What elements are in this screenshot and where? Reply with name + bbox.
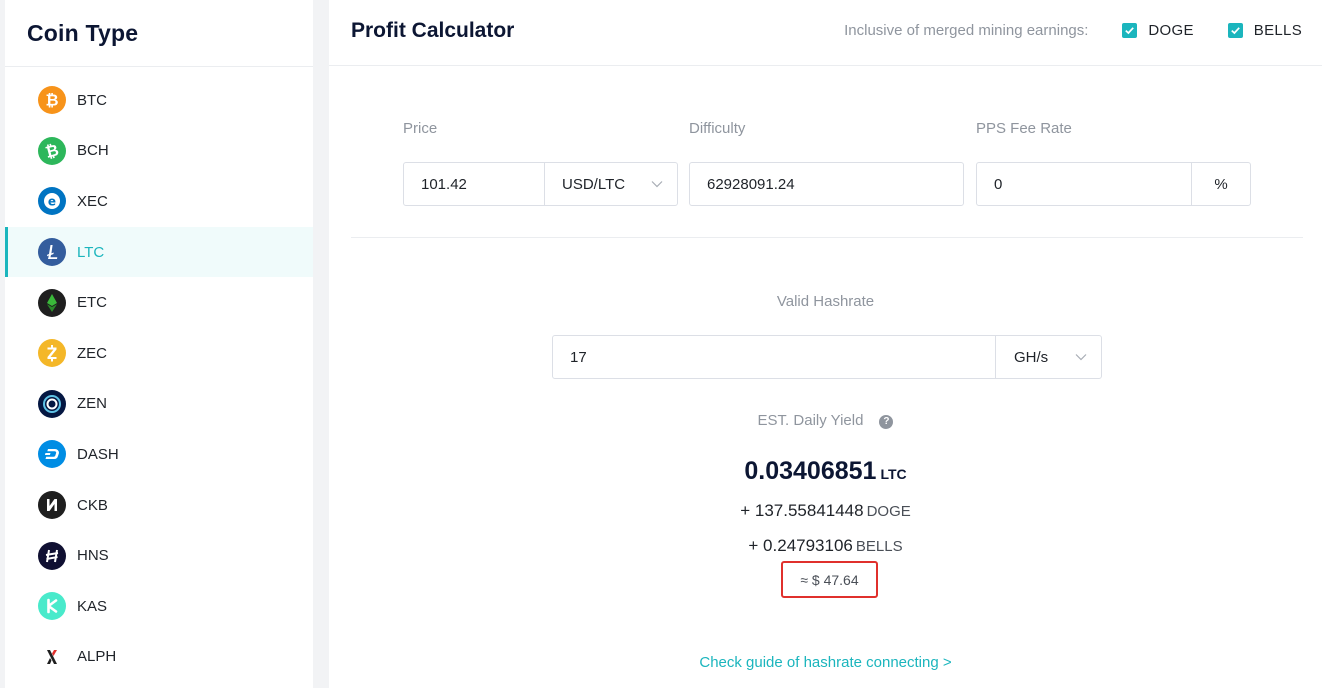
price-field: 101.42 USD/LTC [403, 162, 678, 206]
price-unit-select[interactable]: USD/LTC [544, 163, 677, 205]
sidebar-item-etc[interactable]: ETC [5, 277, 313, 328]
price-input[interactable]: 101.42 [404, 176, 544, 193]
alph-icon [38, 642, 66, 671]
sidebar-item-kas[interactable]: KAS [5, 581, 313, 632]
bells-yield-unit: BELLS [855, 538, 903, 555]
ltc-yield-unit: LTC [880, 466, 907, 482]
daily-yield-ltc: 0.03406851 LTC [329, 457, 1322, 486]
sidebar-item-label: LTC [77, 243, 105, 261]
sidebar-item-dash[interactable]: DASH [5, 429, 313, 480]
etc-icon [38, 288, 66, 317]
sidebar-item-label: CKB [77, 496, 108, 514]
bells-yield-value: + 0.24793106 [748, 536, 853, 555]
sidebar-item-alph[interactable]: ALPH [5, 632, 313, 683]
difficulty-field: 62928091.24 [689, 162, 964, 206]
doge-checkbox[interactable]: DOGE [1122, 22, 1193, 39]
merged-mining-label: Inclusive of merged mining earnings: [844, 22, 1089, 39]
sidebar-item-ltc[interactable]: LTC [5, 226, 313, 278]
hashrate-label: Valid Hashrate [776, 293, 875, 310]
fee-rate-input[interactable]: 0 [977, 176, 1191, 193]
sidebar-item-label: ALPH [77, 648, 117, 666]
doge-yield-value: + 137.55841448 [740, 501, 864, 520]
section-divider [351, 237, 1303, 238]
daily-yield-label: EST. Daily Yield [757, 412, 864, 429]
checkmark-icon [1227, 23, 1243, 38]
daily-yield-bells: + 0.24793106 BELLS [329, 536, 1322, 556]
help-icon[interactable]: ? [879, 414, 894, 429]
sidebar-item-bch[interactable]: ₿ BCH [5, 126, 313, 177]
sidebar-item-label: HNS [77, 547, 109, 565]
ltc-yield-value: 0.03406851 [744, 457, 877, 485]
hashrate-input[interactable]: 17 [553, 349, 995, 366]
sidebar-item-label: BTC [77, 91, 107, 109]
sidebar-title: Coin Type [5, 0, 313, 67]
hns-icon [38, 541, 66, 570]
xec-icon: e [38, 187, 66, 216]
fee-rate-field: 0 % [976, 162, 1251, 206]
hashrate-unit-select[interactable]: GH/s [995, 336, 1101, 378]
sidebar-item-ckb[interactable]: CKB [5, 480, 313, 531]
sidebar-item-zec[interactable]: ZEC [5, 328, 313, 379]
svg-text:e: e [48, 195, 56, 209]
panel-header: Profit Calculator Inclusive of merged mi… [329, 0, 1322, 66]
chevron-down-icon [651, 181, 663, 188]
sidebar-item-label: XEC [77, 192, 108, 210]
daily-yield-label-row: EST. Daily Yield? [329, 412, 1322, 429]
sidebar-item-label: ZEC [77, 344, 107, 362]
doge-yield-unit: DOGE [866, 503, 911, 520]
merged-mining-options: Inclusive of merged mining earnings: DOG… [844, 22, 1302, 39]
sidebar-item-btc[interactable]: ₿ BTC [5, 75, 313, 126]
usd-estimate: ≈ $ 47.64 [781, 561, 878, 598]
coin-list: ₿ BTC ₿ BCH e XEC LTC ETC ZEC ZEN DASH C… [5, 67, 313, 682]
dash-icon [38, 440, 66, 469]
kas-icon [38, 592, 66, 621]
bells-checkbox-label: BELLS [1253, 22, 1302, 39]
fee-rate-label: PPS Fee Rate [976, 120, 1072, 137]
sidebar-item-label: ETC [77, 294, 107, 312]
checkmark-icon [1122, 23, 1138, 38]
hashrate-unit-value: GH/s [1014, 348, 1049, 366]
zec-icon [38, 339, 66, 368]
sidebar-item-label: BCH [77, 142, 109, 160]
sidebar-item-label: ZEN [77, 395, 107, 413]
sidebar-item-label: DASH [77, 445, 119, 463]
zen-icon [38, 389, 66, 418]
profit-calculator-panel: Profit Calculator Inclusive of merged mi… [329, 0, 1322, 688]
sidebar-item-xec[interactable]: e XEC [5, 176, 313, 227]
price-label: Price [403, 120, 438, 137]
difficulty-label: Difficulty [689, 120, 746, 137]
hashrate-guide-link[interactable]: Check guide of hashrate connecting > [329, 654, 1322, 671]
svg-text:₿: ₿ [43, 140, 61, 162]
price-unit-value: USD/LTC [562, 175, 626, 193]
page-title: Profit Calculator [351, 19, 515, 42]
ltc-icon [38, 238, 66, 267]
sidebar-item-zen[interactable]: ZEN [5, 379, 313, 430]
btc-icon: ₿ [38, 86, 66, 115]
sidebar-item-label: KAS [77, 597, 108, 615]
daily-yield-doge: + 137.55841448 DOGE [329, 501, 1322, 521]
sidebar-item-hns[interactable]: HNS [5, 530, 313, 581]
ckb-icon [38, 491, 66, 520]
coin-type-sidebar: Coin Type ₿ BTC ₿ BCH e XEC LTC ETC ZEC … [5, 0, 313, 688]
bch-icon: ₿ [38, 136, 66, 165]
hashrate-field: 17 GH/s [552, 335, 1102, 379]
bells-checkbox[interactable]: BELLS [1227, 22, 1302, 39]
chevron-down-icon [1075, 354, 1087, 361]
difficulty-input[interactable]: 62928091.24 [690, 176, 963, 193]
svg-text:₿: ₿ [45, 91, 58, 110]
doge-checkbox-label: DOGE [1148, 22, 1194, 39]
fee-rate-unit: % [1191, 163, 1250, 205]
